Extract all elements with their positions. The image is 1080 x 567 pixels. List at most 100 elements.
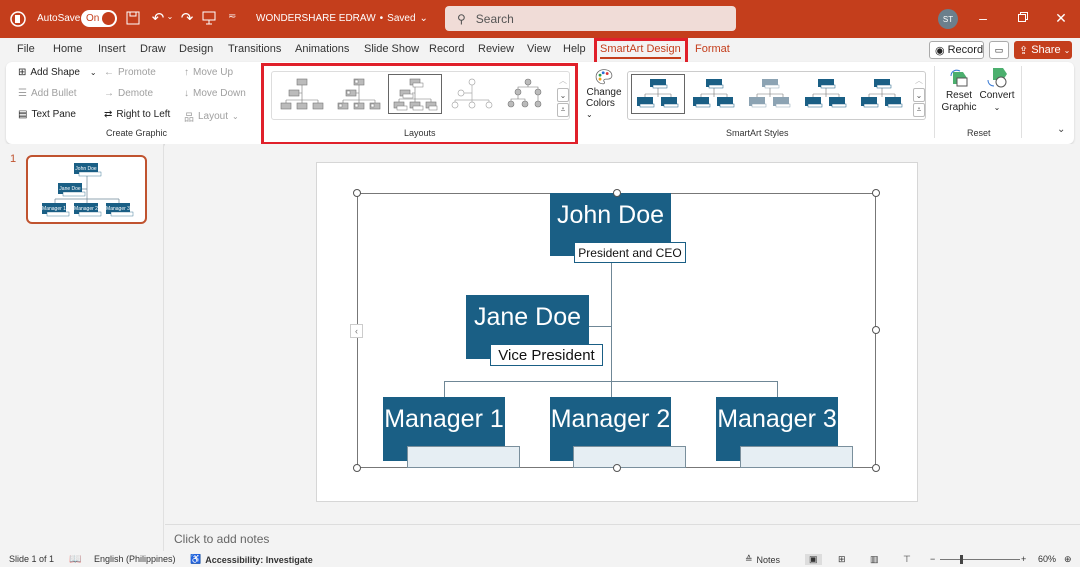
org-node-title[interactable] [740,446,853,468]
tab-review[interactable]: Review [478,43,514,55]
resize-handle[interactable] [872,464,880,472]
tab-slide-show[interactable]: Slide Show [364,43,419,55]
resize-handle[interactable] [613,464,621,472]
smartart-style-option[interactable] [631,74,685,114]
tab-record[interactable]: Record [429,43,464,55]
notes-pane[interactable]: Click to add notes [165,524,1080,551]
record-button[interactable]: ◉ Record [929,41,984,59]
arrow-right-icon: → [104,88,114,99]
accessibility-button[interactable]: ♿ Accessibility: Investigate [190,554,313,565]
tab-transitions[interactable]: Transitions [228,43,281,55]
reset-label-1: Reset [945,90,973,101]
autosave-state: On [86,13,100,24]
slideshow-button[interactable]: ⊤ [903,554,911,565]
collapse-ribbon-icon[interactable]: ⌄ [1057,124,1065,135]
promote-button[interactable]: ← Promote [104,67,156,78]
tab-insert[interactable]: Insert [98,43,126,55]
convert-button[interactable]: Convert ⌄ [980,66,1015,122]
tab-view[interactable]: View [527,43,551,55]
user-avatar[interactable]: ST [938,9,958,29]
tab-help[interactable]: Help [563,43,586,55]
customize-toolbar-icon[interactable]: ≂ [228,11,236,22]
autosave-label: AutoSave [37,13,81,24]
add-bullet-button[interactable]: ☰ Add Bullet [18,88,77,99]
comments-button[interactable]: ▭ [989,41,1009,59]
resize-handle[interactable] [353,189,361,197]
undo-dropdown-icon[interactable]: ⌄ [166,12,174,21]
resize-handle[interactable] [613,189,621,197]
close-icon[interactable]: ✕ [1054,10,1068,27]
save-icon[interactable] [125,10,141,26]
reset-label-2: Graphic [941,102,977,113]
move-up-label: Move Up [193,67,234,78]
redo-icon[interactable]: ↷ [178,9,196,27]
demote-button[interactable]: → Demote [104,88,153,99]
tab-home[interactable]: Home [53,43,82,55]
swap-icon: ⇄ [104,109,113,120]
search-input[interactable]: ⚲ Search [445,6,736,31]
convert-icon [987,68,1007,88]
document-title[interactable]: WONDERSHARE EDRAW • Saved ⌄ [256,13,428,24]
reset-graphic-button[interactable]: Reset Graphic [941,66,977,122]
slide-sorter-button[interactable]: ⊞ [838,554,846,565]
tab-draw[interactable]: Draw [140,43,166,55]
search-icon: ⚲ [457,11,466,26]
move-up-button[interactable]: ↑ Move Up [184,67,233,78]
style-preview-icon [749,79,791,108]
zoom-level[interactable]: 60% [1038,554,1056,564]
styles-more-button[interactable]: ⩡ [913,103,925,117]
share-button[interactable]: ⇪ Share ⌄ [1014,41,1072,59]
reading-view-button[interactable]: ▥ [870,554,879,565]
present-icon[interactable] [201,10,217,26]
fit-slide-icon[interactable]: ⊕ [1064,554,1072,565]
tab-format[interactable]: Format [695,43,730,55]
undo-icon[interactable]: ↶ [148,9,168,27]
title-bar: AutoSave On ↶ ⌄ ↷ ≂ WONDERSHARE EDRAW • … [0,0,1080,38]
zoom-out-button[interactable]: − [930,554,935,564]
smartart-style-option[interactable] [799,74,853,114]
org-node-title[interactable] [407,446,520,468]
add-shape-button[interactable]: ⊞ Add Shape ⌄ [18,67,97,78]
layout-button[interactable]: 品 Layout ⌄ [184,109,239,124]
zoom-in-button[interactable]: + [1021,554,1026,564]
notes-placeholder: Click to add notes [174,532,270,546]
language-indicator[interactable]: English (Philippines) [94,554,176,564]
change-colors-button[interactable]: Change Colors ⌄ [586,68,622,120]
svg-text:John Doe: John Doe [75,166,97,172]
notes-button[interactable]: ≙ Notes [745,554,780,565]
doc-status: Saved [387,13,416,24]
org-node-title[interactable]: Vice President [490,344,603,366]
tab-animations[interactable]: Animations [295,43,349,55]
normal-view-button[interactable]: ▣ [805,554,822,565]
style-preview-icon [637,79,679,108]
org-node-title[interactable]: President and CEO [574,242,686,263]
restore-icon[interactable] [1016,12,1030,22]
resize-handle[interactable] [872,326,880,334]
chevron-left-icon: ‹ [355,326,358,336]
zoom-slider-track[interactable] [940,559,1020,560]
tab-file[interactable]: File [17,43,35,55]
resize-handle[interactable] [353,464,361,472]
zoom-slider-thumb[interactable] [960,555,963,564]
connector-line [611,263,612,397]
share-icon: ⇪ [1019,44,1029,57]
minimize-icon[interactable]: – [975,10,991,26]
tab-design[interactable]: Design [179,43,213,55]
smartart-style-option[interactable] [743,74,797,114]
autosave-toggle[interactable]: On [81,10,117,27]
move-down-button[interactable]: ↓ Move Down [184,88,246,99]
add-bullet-label: Add Bullet [30,88,77,99]
org-node-title[interactable] [573,446,686,468]
add-shape-icon: ⊞ [18,67,27,78]
text-pane-toggle-button[interactable]: ‹ [350,324,363,338]
right-to-left-button[interactable]: ⇄ Right to Left [104,109,170,120]
slide-thumbnail[interactable]: John Doe Jane Doe Manager 1 Manager 2 Manage… [26,155,147,224]
smartart-style-option[interactable] [687,74,741,114]
resize-handle[interactable] [872,189,880,197]
styles-scroll-up-button[interactable]: ︿ [913,73,925,87]
spell-check-icon[interactable]: 📖 [69,554,81,565]
text-pane-button[interactable]: ▤ Text Pane [18,109,76,120]
styles-scroll-down-button[interactable]: ⌄ [913,88,925,102]
smartart-style-option[interactable] [855,74,909,114]
layout-label: Layout [198,111,229,122]
